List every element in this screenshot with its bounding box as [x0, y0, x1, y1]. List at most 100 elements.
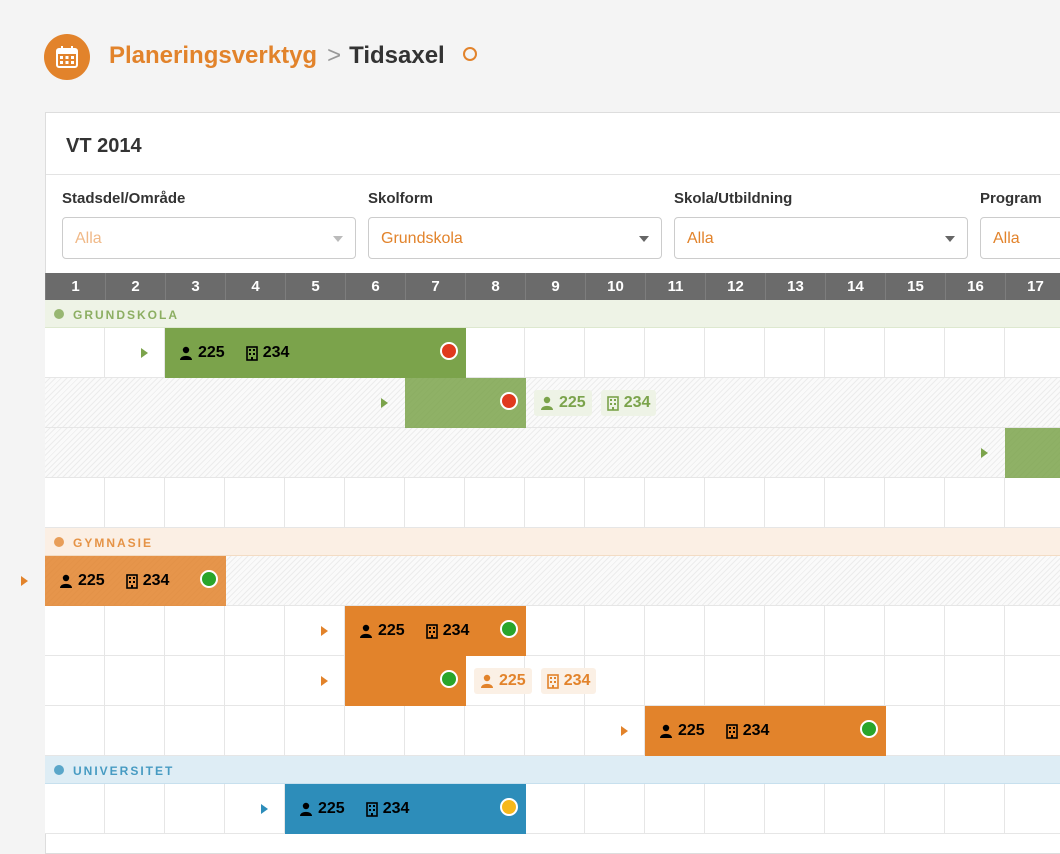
bar-badges: 225 234 [534, 390, 657, 416]
section-header-universitet: UNIVERSITET [45, 756, 1060, 784]
chevron-down-icon [945, 236, 955, 242]
week-column-header[interactable]: 10 [585, 273, 645, 300]
timeline-row [45, 428, 1060, 478]
user-icon [180, 346, 192, 360]
rooms-count: 234 [382, 800, 410, 817]
bar-badges: 225 234 [474, 668, 597, 694]
week-column-header[interactable]: 12 [705, 273, 765, 300]
program-select-value: Alla [993, 230, 1020, 247]
week-column-header[interactable]: 14 [825, 273, 885, 300]
week-column-header[interactable]: 1 [45, 273, 105, 300]
expand-arrow-icon[interactable] [321, 676, 328, 686]
skola-select[interactable]: Alla [674, 217, 968, 259]
expand-arrow-icon[interactable] [381, 398, 388, 408]
students-badge: 225 [173, 340, 231, 366]
week-column-header[interactable]: 7 [405, 273, 465, 300]
building-icon [725, 723, 738, 739]
bar-badges: 225 234 [173, 340, 295, 366]
week-column-header[interactable]: 4 [225, 273, 285, 300]
week-column-header[interactable]: 9 [525, 273, 585, 300]
students-badge: 225 [53, 568, 111, 594]
week-column-header[interactable]: 3 [165, 273, 225, 300]
calendar-icon [44, 34, 90, 80]
rooms-badge: 234 [540, 668, 597, 694]
status-dot-red[interactable] [500, 392, 518, 410]
rooms-badge: 234 [600, 390, 657, 416]
week-column-header[interactable]: 13 [765, 273, 825, 300]
stadsdel-select[interactable]: Alla [62, 217, 356, 259]
status-ring-icon[interactable] [462, 47, 477, 61]
user-icon [660, 724, 672, 738]
expand-arrow-icon[interactable] [621, 726, 628, 736]
timeline-row [45, 706, 1060, 756]
panel-title: VT 2014 [66, 135, 142, 157]
breadcrumb-root-link[interactable]: Planeringsverktyg [109, 42, 317, 69]
chevron-down-icon [639, 236, 649, 242]
filter-label-stadsdel: Stadsdel/Område [62, 190, 186, 207]
students-badge: 225 [653, 718, 711, 744]
building-icon [546, 673, 559, 689]
week-column-header[interactable]: 6 [345, 273, 405, 300]
week-column-header[interactable]: 15 [885, 273, 945, 300]
students-badge: 225 [353, 618, 411, 644]
expand-arrow-icon[interactable] [141, 348, 148, 358]
week-column-header[interactable]: 17 [1005, 273, 1060, 300]
week-column-header[interactable]: 2 [105, 273, 165, 300]
user-icon [360, 624, 372, 638]
panel-divider [46, 174, 1060, 175]
building-icon [425, 623, 438, 639]
section-header-gymnasie: GYMNASIE [45, 528, 1060, 556]
students-badge: 225 [293, 796, 351, 822]
section-dot [54, 537, 64, 547]
section-dot [54, 309, 64, 319]
rooms-badge: 234 [360, 796, 416, 822]
chevron-down-icon [333, 236, 343, 242]
filter-label-program: Program [980, 190, 1042, 207]
status-dot-red[interactable] [440, 342, 458, 360]
timeline-row [45, 606, 1060, 656]
section-label: GYMNASIE [73, 536, 154, 550]
week-number-header: 1 2 3 4 5 6 7 8 9 10 11 12 13 14 15 16 17 [45, 273, 1060, 300]
building-icon [245, 345, 258, 361]
students-badge: 225 [534, 390, 592, 416]
rooms-count: 234 [262, 344, 290, 361]
program-select[interactable]: Alla [980, 217, 1060, 259]
skolform-select[interactable]: Grundskola [368, 217, 662, 259]
page-title: Tidsaxel [349, 42, 445, 69]
section-header-grundskola: GRUNDSKOLA [45, 300, 1060, 328]
user-icon [481, 674, 493, 688]
status-dot-green[interactable] [500, 620, 518, 638]
rooms-count: 234 [142, 572, 170, 589]
rooms-badge: 234 [120, 568, 176, 594]
breadcrumb-separator: > [327, 42, 342, 69]
week-column-header[interactable]: 5 [285, 273, 345, 300]
week-column-header[interactable]: 11 [645, 273, 705, 300]
week-column-header[interactable]: 8 [465, 273, 525, 300]
status-dot-green[interactable] [200, 570, 218, 588]
skolform-select-value: Grundskola [381, 230, 463, 247]
students-count: 225 [378, 622, 405, 639]
students-count: 225 [78, 572, 105, 589]
timeline-bar[interactable] [1005, 428, 1060, 478]
filter-label-skolform: Skolform [368, 190, 434, 207]
bar-badges: 225 234 [293, 796, 415, 822]
section-dot [54, 765, 64, 775]
status-dot-yellow[interactable] [500, 798, 518, 816]
timeline-row [45, 784, 1060, 834]
expand-arrow-icon[interactable] [21, 576, 28, 586]
status-dot-green[interactable] [860, 720, 878, 738]
status-dot-green[interactable] [440, 670, 458, 688]
building-icon [606, 395, 619, 411]
students-count: 225 [559, 394, 586, 411]
students-count: 225 [318, 800, 345, 817]
week-column-header[interactable]: 16 [945, 273, 1005, 300]
bar-badges: 225 234 [53, 568, 175, 594]
students-count: 225 [499, 672, 526, 689]
expand-arrow-icon[interactable] [321, 626, 328, 636]
bar-badges: 225 234 [353, 618, 475, 644]
expand-arrow-icon[interactable] [981, 448, 988, 458]
breadcrumb: Planeringsverktyg > Tidsaxel [109, 41, 477, 71]
skola-select-value: Alla [687, 230, 714, 247]
expand-arrow-icon[interactable] [261, 804, 268, 814]
user-icon [300, 802, 312, 816]
